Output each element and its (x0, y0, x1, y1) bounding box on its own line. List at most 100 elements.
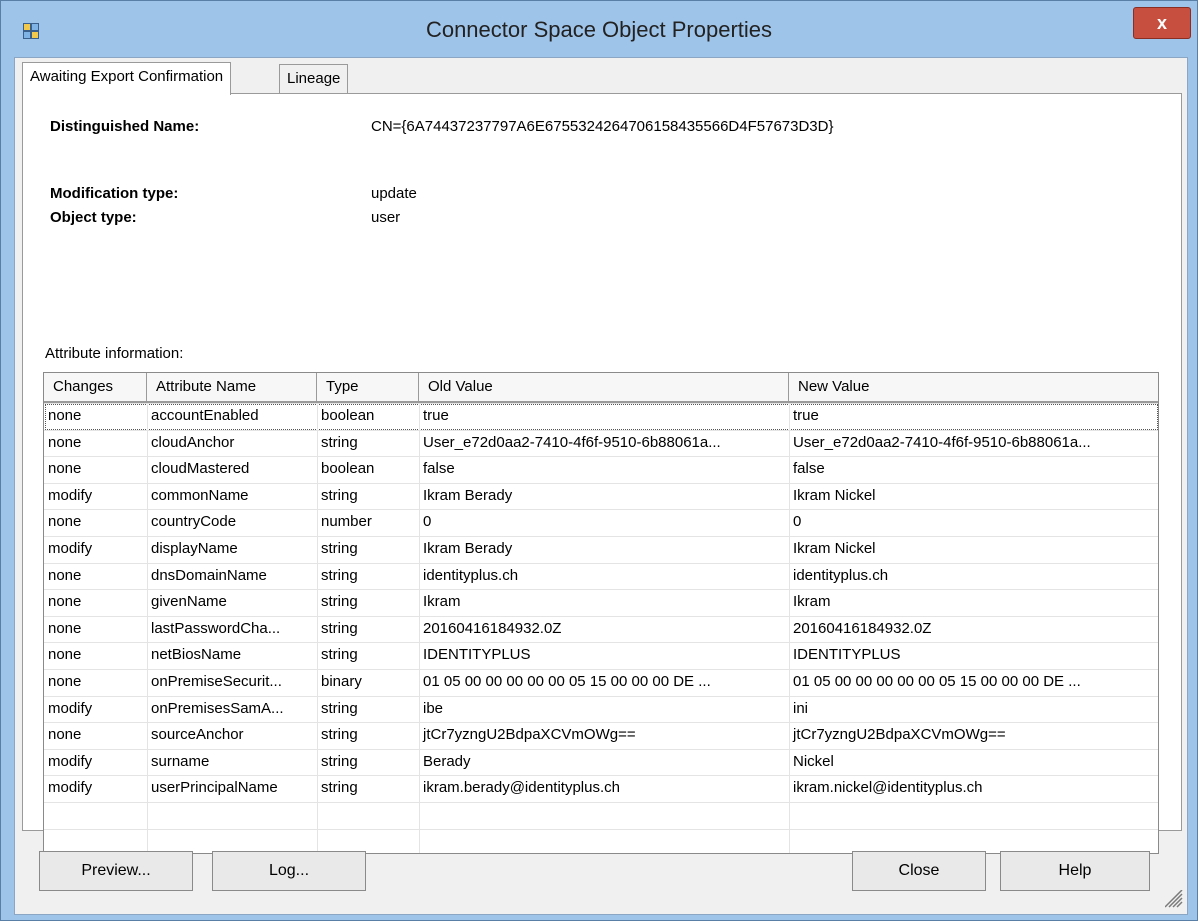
table-row[interactable]: none cloudAnchor string User_e72d0aa2-7410-… (44, 430, 1158, 456)
preview-button[interactable]: Preview... (39, 851, 193, 891)
grid-row-line (44, 563, 1158, 564)
table-cell: false (793, 460, 825, 478)
grid-row-line (44, 589, 1158, 590)
table-row[interactable]: modify surname string Berady Nickel (44, 749, 1158, 775)
table-row[interactable]: modify onPremisesSamA... string ibe ini (44, 696, 1158, 722)
table-row[interactable]: modify commonName string Ikram Berady Ikram … (44, 483, 1158, 509)
table-cell: lastPasswordCha... (151, 619, 281, 637)
table-cell: surname (151, 752, 210, 770)
grid-row-line (44, 669, 1158, 670)
table-cell: string (321, 752, 358, 770)
table-row[interactable]: modify displayName string Ikram Berady Ikram… (44, 536, 1158, 562)
dialog-body: Awaiting Export Confirmation Lineage Dis… (14, 57, 1188, 915)
table-cell: string (321, 486, 358, 504)
table-cell: displayName (151, 540, 238, 557)
table-cell: 20160416184932.0Z (793, 619, 932, 637)
column-header-changes[interactable]: Changes (44, 373, 147, 401)
table-cell: string (321, 699, 358, 717)
tab-strip: Awaiting Export Confirmation Lineage (15, 58, 1187, 98)
table-cell: false (423, 460, 455, 478)
table-cell: jtCr7yzngU2BdpaXCVmOWg== (423, 726, 636, 744)
grid-column-line (317, 403, 318, 853)
resize-grip-icon[interactable] (1165, 890, 1183, 908)
table-row[interactable]: none netBiosName string IDENTITYPLUS IDENTIT… (44, 642, 1158, 668)
table-row[interactable]: none sourceAnchor string jtCr7yzngU2BdpaXCV… (44, 722, 1158, 748)
table-cell: Nickel (793, 752, 834, 770)
grid-column-line (419, 403, 420, 853)
table-cell: ikram.nickel@identityplus.ch (793, 779, 983, 797)
dialog-window: Connector Space Object Properties x Awai… (0, 0, 1198, 921)
column-header-attribute-name[interactable]: Attribute Name (147, 373, 317, 401)
table-cell: Ikram Nickel (793, 486, 876, 504)
grid-row-line (44, 509, 1158, 510)
table-cell: string (321, 619, 358, 637)
title-bar[interactable]: Connector Space Object Properties x (1, 1, 1197, 59)
table-cell: 0 (423, 513, 432, 531)
table-cell: 01 05 00 00 00 00 00 05 15 00 00 00 DE .… (793, 673, 1081, 690)
table-row[interactable]: none cloudMastered boolean false false (44, 456, 1158, 482)
help-button[interactable]: Help (1000, 851, 1150, 891)
column-header-new-value[interactable]: New Value (789, 373, 1158, 401)
table-cell: IDENTITYPLUS (423, 646, 531, 664)
grid-column-line (789, 403, 790, 853)
table-cell: none (48, 513, 82, 531)
table-row[interactable]: none onPremiseSecurit... binary 01 05 00 00… (44, 669, 1158, 695)
table-cell: User_e72d0aa2-7410-4f6f-9510-6b88061a... (793, 433, 1091, 451)
object-type-value: user (371, 209, 401, 226)
table-cell: Ikram (793, 593, 831, 611)
table-cell: onPremisesSamA... (151, 699, 284, 717)
close-window-button[interactable]: x (1133, 7, 1191, 39)
table-cell: none (48, 460, 82, 478)
table-cell: IDENTITYPLUS (793, 646, 901, 664)
grid-row-line (44, 802, 1158, 803)
table-cell: netBiosName (151, 646, 242, 664)
modification-type-value: update (371, 185, 417, 202)
table-row[interactable]: modify userPrincipalName string ikram.berad… (44, 775, 1158, 801)
table-header: Changes Attribute Name Type Old Value Ne… (44, 373, 1158, 403)
grid-row-line (44, 775, 1158, 776)
table-cell: onPremiseSecurit... (151, 673, 282, 690)
table-cell: Berady (423, 752, 471, 770)
column-header-type[interactable]: Type (317, 373, 419, 401)
distinguished-name-label: Distinguished Name: (50, 118, 200, 135)
grid-row-line (44, 536, 1158, 537)
table-row[interactable]: none givenName string Ikram Ikram (44, 589, 1158, 615)
table-cell: Ikram Berady (423, 540, 513, 557)
tab-awaiting-export-confirmation[interactable]: Awaiting Export Confirmation (22, 62, 232, 95)
table-cell: number (321, 513, 372, 531)
table-cell: string (321, 593, 358, 611)
table-cell: User_e72d0aa2-7410-4f6f-9510-6b88061a... (423, 433, 721, 451)
table-cell: 01 05 00 00 00 00 00 05 15 00 00 00 DE .… (423, 673, 711, 690)
table-row[interactable]: none lastPasswordCha... string 201604161849… (44, 616, 1158, 642)
object-type-label: Object type: (50, 209, 137, 226)
table-cell: identityplus.ch (793, 566, 889, 584)
table-cell: modify (48, 540, 93, 557)
tab-lineage[interactable]: Lineage (279, 64, 349, 93)
grid-column-line (147, 403, 148, 853)
table-cell: dnsDomainName (151, 566, 267, 584)
table-cell: binary (321, 673, 362, 690)
grid-row-line (44, 722, 1158, 723)
table-cell: none (48, 619, 82, 637)
table-cell: cloudMastered (151, 460, 250, 478)
row-focus-rectangle (45, 404, 1158, 430)
table-cell: none (48, 593, 82, 611)
modification-type-label: Modification type: (50, 185, 179, 202)
grid-row-line (44, 829, 1158, 830)
column-header-old-value[interactable]: Old Value (419, 373, 789, 401)
table-cell: none (48, 433, 82, 451)
table-cell: Ikram Berady (423, 486, 513, 504)
table-cell: string (321, 726, 358, 744)
table-cell: ini (793, 699, 809, 717)
attribute-table[interactable]: Changes Attribute Name Type Old Value Ne… (43, 372, 1159, 854)
table-cell: identityplus.ch (423, 566, 519, 584)
table-cell: boolean (321, 460, 375, 478)
table-row[interactable]: none dnsDomainName string identityplus.ch id… (44, 563, 1158, 589)
table-cell: jtCr7yzngU2BdpaXCVmOWg== (793, 726, 1006, 744)
close-button[interactable]: Close (852, 851, 986, 891)
log-button[interactable]: Log... (212, 851, 366, 891)
table-row[interactable]: none countryCode number 0 0 (44, 509, 1158, 535)
grid-row-line (44, 642, 1158, 643)
grid-row-line (44, 483, 1158, 484)
table-cell: none (48, 726, 82, 744)
